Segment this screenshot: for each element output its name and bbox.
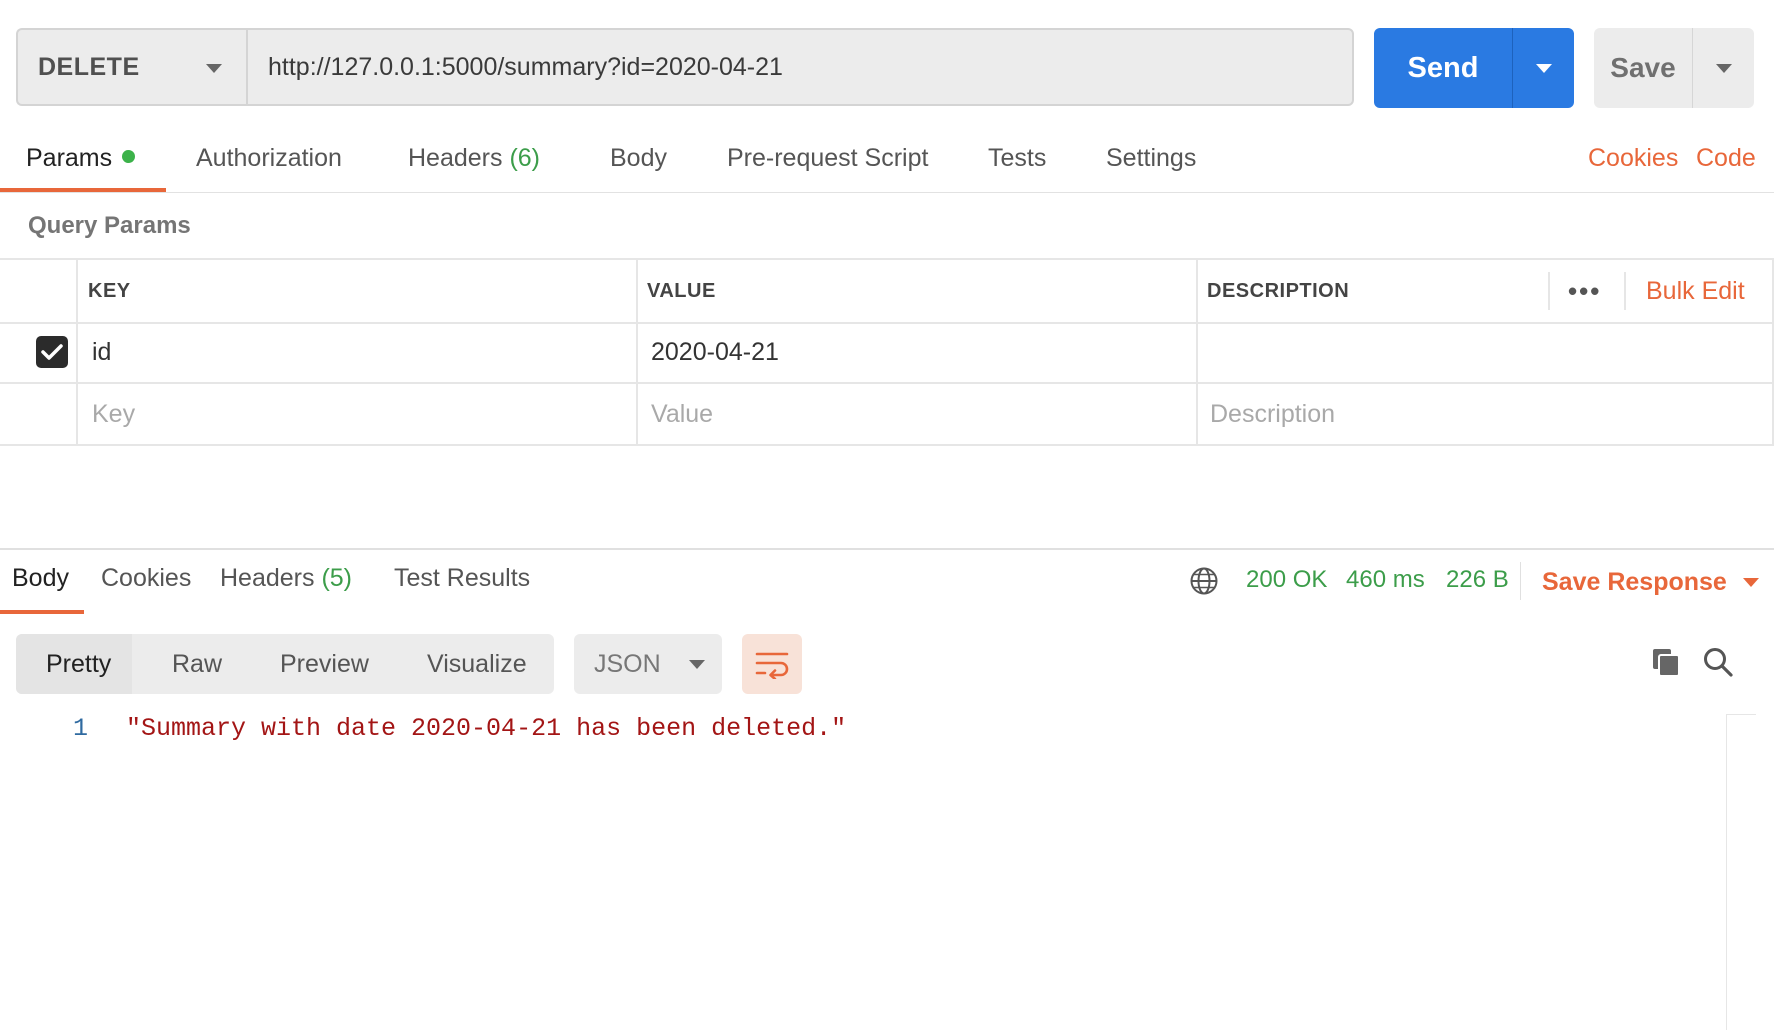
tab-response-headers[interactable]: Headers (5) <box>220 564 352 593</box>
description-column-header: DESCRIPTION <box>1207 279 1350 302</box>
bulk-edit-link[interactable]: Bulk Edit <box>1646 260 1745 322</box>
save-label: Save <box>1610 52 1676 83</box>
search-icon <box>1704 648 1733 677</box>
tab-headers-label: Headers <box>408 144 503 172</box>
checkmark-icon <box>41 344 63 360</box>
mode-visualize[interactable]: Visualize <box>427 634 527 694</box>
tab-prerequest-script[interactable]: Pre-request Script <box>727 144 928 173</box>
code-scrollbar[interactable] <box>1726 714 1756 1030</box>
send-options-button[interactable] <box>1513 28 1574 108</box>
query-params-title: Query Params <box>28 212 191 239</box>
tab-headers-count: (6) <box>509 144 541 172</box>
value-placeholder[interactable]: Value <box>651 384 713 444</box>
format-label: JSON <box>594 649 661 678</box>
url-input[interactable]: http://127.0.0.1:5000/summary?id=2020-04… <box>246 28 1354 106</box>
chevron-down-icon <box>1535 63 1552 73</box>
response-tabs: Body Cookies Headers (5) Test Results 20… <box>0 560 1774 616</box>
line-number: 1 <box>72 714 88 743</box>
globe-icon[interactable] <box>1189 566 1219 596</box>
code-link[interactable]: Code <box>1696 144 1756 173</box>
mode-pretty[interactable]: Pretty <box>46 634 111 694</box>
request-tabs: Params Authorization Headers (6) Body Pr… <box>0 140 1774 194</box>
tab-test-results[interactable]: Test Results <box>394 564 530 593</box>
param-key[interactable]: id <box>92 322 111 382</box>
save-options-button[interactable] <box>1693 28 1754 108</box>
param-description[interactable] <box>1210 322 1770 382</box>
chevron-down-icon <box>1742 577 1759 587</box>
view-mode-selector: Pretty Raw Preview Visualize <box>16 634 554 694</box>
table-row-empty: Key Value Description <box>0 384 1774 446</box>
param-value[interactable]: 2020-04-21 <box>651 322 779 382</box>
copy-button[interactable] <box>1648 644 1684 680</box>
description-placeholder[interactable]: Description <box>1210 384 1335 444</box>
key-placeholder[interactable]: Key <box>92 384 135 444</box>
mode-raw[interactable]: Raw <box>172 634 222 694</box>
key-column-header: KEY <box>88 279 131 302</box>
format-select[interactable]: JSON <box>574 634 722 694</box>
tab-settings[interactable]: Settings <box>1106 144 1196 173</box>
tab-body[interactable]: Body <box>610 144 667 173</box>
active-tab-indicator <box>0 610 84 614</box>
tab-authorization[interactable]: Authorization <box>196 144 342 173</box>
search-button[interactable] <box>1700 644 1736 680</box>
column-divider <box>636 258 638 446</box>
tab-params[interactable]: Params <box>26 144 136 173</box>
tab-response-cookies[interactable]: Cookies <box>101 564 191 593</box>
header-separator <box>1624 272 1626 310</box>
params-header-row: KEY VALUE DESCRIPTION ••• Bulk Edit <box>0 258 1774 324</box>
chevron-down-icon <box>688 659 705 669</box>
wrap-lines-icon <box>755 652 789 679</box>
wrap-lines-button[interactable] <box>742 634 802 694</box>
response-time[interactable]: 460 ms <box>1346 566 1425 594</box>
table-row: id 2020-04-21 <box>0 322 1774 384</box>
header-separator <box>1548 272 1550 310</box>
meta-separator <box>1520 562 1521 600</box>
more-options-icon[interactable]: ••• <box>1568 260 1601 322</box>
response-size[interactable]: 226 B <box>1446 566 1509 594</box>
tab-params-label: Params <box>26 144 113 172</box>
tab-response-headers-count: (5) <box>321 564 353 592</box>
tab-tests[interactable]: Tests <box>988 144 1046 173</box>
params-active-dot <box>122 150 136 163</box>
save-response-button[interactable]: Save Response <box>1542 560 1759 604</box>
save-button[interactable]: Save <box>1594 28 1754 108</box>
tabs-divider <box>0 192 1774 193</box>
code-text[interactable]: "Summary with date 2020-04-21 has been d… <box>126 714 846 743</box>
send-button[interactable]: Send <box>1374 28 1574 108</box>
checkbox-checked <box>36 336 68 368</box>
pane-divider[interactable] <box>0 548 1774 550</box>
send-label: Send <box>1407 51 1479 84</box>
column-divider <box>76 258 78 446</box>
tab-response-headers-label: Headers <box>220 564 315 592</box>
tab-headers[interactable]: Headers (6) <box>408 144 540 173</box>
tab-response-body[interactable]: Body <box>12 564 69 593</box>
chevron-down-icon <box>206 64 222 73</box>
method-label: DELETE <box>38 52 140 81</box>
code-line: 1 "Summary with date 2020-04-21 has been… <box>0 714 1720 750</box>
url-text: http://127.0.0.1:5000/summary?id=2020-04… <box>268 52 783 81</box>
cookies-link[interactable]: Cookies <box>1588 144 1678 173</box>
save-response-label: Save Response <box>1542 567 1727 596</box>
value-column-header: VALUE <box>647 279 716 302</box>
copy-icon <box>1653 649 1680 677</box>
status-code[interactable]: 200 OK <box>1246 566 1327 594</box>
column-divider <box>1196 258 1198 446</box>
mode-preview[interactable]: Preview <box>280 634 369 694</box>
chevron-down-icon <box>1715 63 1732 73</box>
row-enable-checkbox[interactable] <box>36 322 68 382</box>
method-select[interactable]: DELETE <box>16 28 246 106</box>
